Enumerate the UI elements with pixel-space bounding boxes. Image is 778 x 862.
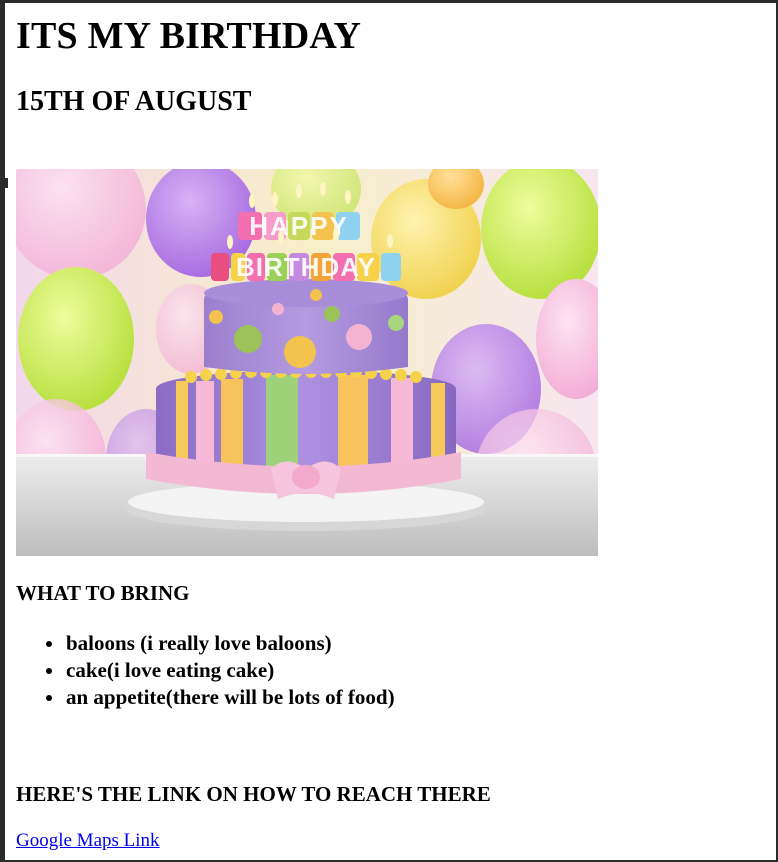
list-item-text: baloons (i really love baloons)	[66, 631, 332, 655]
list-item: baloons (i really love baloons)	[46, 630, 395, 657]
directions-heading: HERE'S THE LINK ON HOW TO REACH THERE	[16, 782, 491, 806]
window-frame-top	[0, 0, 778, 3]
list-item: an appetite(there will be lots of food)	[46, 684, 395, 711]
cake-topper-line2: BIRTHDAY	[236, 252, 376, 282]
bullet-icon	[46, 668, 52, 674]
window-frame-notch	[0, 178, 8, 188]
what-to-bring-heading: WHAT TO BRING	[16, 581, 190, 605]
google-maps-link[interactable]: Google Maps Link	[16, 830, 160, 852]
list-item: cake(i love eating cake)	[46, 657, 395, 684]
bullet-icon	[46, 695, 52, 701]
list-item-text: an appetite(there will be lots of food)	[66, 685, 395, 709]
window-frame-left	[0, 0, 5, 862]
bullet-icon	[46, 641, 52, 647]
page-title: ITS MY BIRTHDAY	[16, 15, 362, 57]
birthday-cake-image: HAPPY BIRTHDAY	[16, 169, 598, 556]
list-item-text: cake(i love eating cake)	[66, 658, 275, 682]
bring-list: baloons (i really love baloons) cake(i l…	[16, 630, 395, 711]
event-date: 15TH OF AUGUST	[16, 86, 252, 117]
